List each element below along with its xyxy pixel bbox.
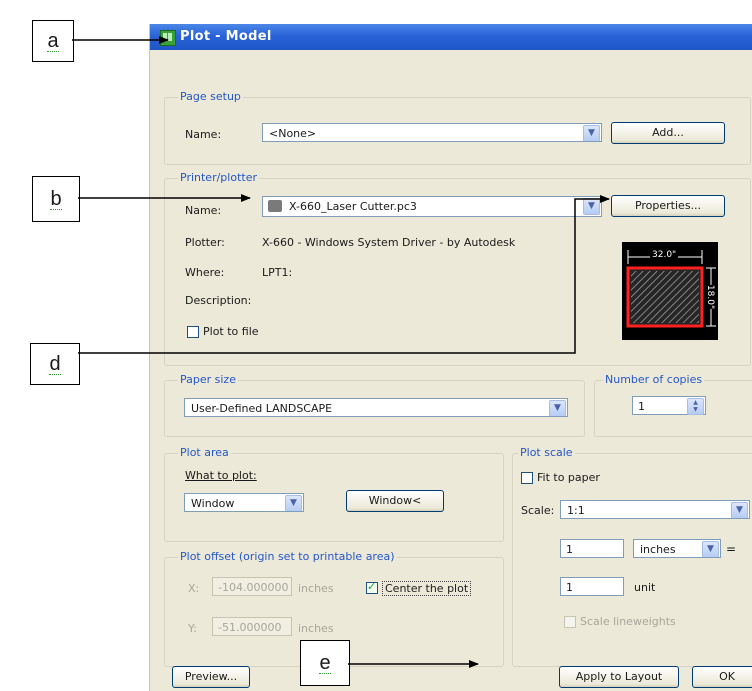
arrow-d bbox=[78, 195, 610, 354]
annotation-arrows bbox=[72, 36, 610, 668]
